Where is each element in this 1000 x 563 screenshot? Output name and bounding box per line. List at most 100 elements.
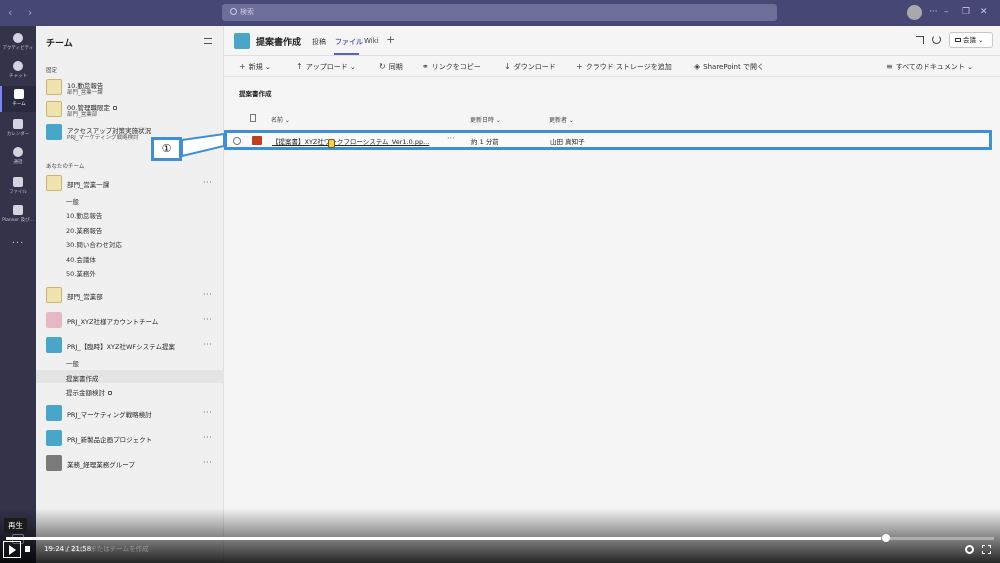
add-tab-icon[interactable]: + (386, 33, 395, 46)
team-avatar (46, 79, 62, 95)
your-teams-label: あなたのチーム (46, 164, 85, 170)
minimize-icon[interactable]: – (944, 7, 949, 17)
channel-item[interactable]: 40.会議体 (66, 254, 96, 264)
video-scrubber-handle[interactable] (882, 534, 890, 542)
pinned-channel[interactable]: 10.勤怠報告 部門_営業一課 (46, 77, 222, 99)
search-bar[interactable]: 検索 (222, 4, 777, 21)
channel-item[interactable]: 50.業務外 (66, 268, 96, 278)
callout-number: ① (151, 137, 182, 161)
download-icon: ↓ (504, 62, 511, 71)
files-toolbar: + 新規 ⌄ ↑ アップロード ⌄ ↻ 同期 ⚭ リンクをコピー ↓ ダウンロード + クラ… (224, 57, 1000, 77)
pinned-channel[interactable]: 00.管理職限定 部門_営業部 (46, 99, 222, 121)
tab-files[interactable]: ファイル (335, 37, 363, 47)
channel-item[interactable]: 一般 (66, 196, 79, 206)
more-options-icon[interactable]: ··· (203, 408, 212, 417)
sync-label: 同期 (388, 63, 403, 71)
team-item[interactable]: PRJ_新製品企画プロジェクト ··· (46, 428, 222, 450)
channel-item[interactable]: 20.業務報告 (66, 225, 102, 235)
search-placeholder: 検索 (240, 8, 254, 16)
title-bar: ‹ › 検索 ··· – ❐ ✕ (0, 0, 1000, 26)
team-avatar (46, 337, 62, 353)
rail-calendar[interactable]: カレンダー (0, 116, 36, 142)
calendar-icon (13, 119, 23, 129)
copy-link-button[interactable]: ⚭ リンクをコピー (422, 62, 481, 72)
video-progress-bar[interactable] (6, 534, 994, 542)
pinned-channel[interactable]: アクセスアップ対策実施状況 PRJ_マーケティング戦略検討 (46, 122, 222, 144)
sync-button[interactable]: ↻ 同期 (379, 62, 403, 72)
back-forward-icon[interactable]: ‹ › (8, 6, 38, 19)
more-options-icon[interactable]: ··· (203, 315, 212, 324)
column-name[interactable]: 名前 ⌄ (271, 115, 290, 124)
column-modified[interactable]: 更新日時 ⌄ (470, 115, 501, 124)
play-button[interactable] (3, 541, 21, 558)
more-options-icon[interactable]: ··· (203, 458, 212, 467)
row-select-radio[interactable] (233, 137, 241, 145)
team-item[interactable]: PRJ_XYZ社様アカウントチーム ··· (46, 310, 222, 332)
planner-icon (13, 205, 23, 215)
rail-chat[interactable]: チャット (0, 58, 36, 84)
pinned-label: 固定 (46, 68, 58, 74)
maximize-icon[interactable]: ❐ (962, 7, 970, 17)
expand-icon[interactable] (916, 36, 924, 44)
volume-icon[interactable] (25, 546, 30, 552)
team-avatar (46, 312, 62, 328)
user-avatar[interactable] (907, 5, 922, 20)
team-name: PRJ_XYZ社様アカウントチーム (67, 318, 159, 326)
rail-calls[interactable]: 通話 (0, 144, 36, 170)
lock-icon (112, 106, 117, 110)
more-options-icon[interactable]: ··· (929, 7, 938, 17)
file-name-link[interactable]: 【提案書】XYZ社ワークフローシステム_Ver1.0.pp... (272, 136, 429, 146)
sharepoint-icon: ◈ (694, 62, 701, 71)
channel-label: 提示金額検討 (66, 389, 105, 397)
more-apps-icon[interactable]: ··· (0, 238, 36, 249)
new-button[interactable]: + 新規 ⌄ (239, 62, 271, 72)
column-modified-by[interactable]: 更新者 ⌄ (549, 115, 574, 124)
more-options-icon[interactable]: ··· (203, 178, 212, 187)
team-avatar (46, 430, 62, 446)
channel-item[interactable]: 30.問い合わせ対応 (66, 239, 122, 249)
channel-item[interactable]: 一般 (66, 358, 79, 368)
settings-gear-icon[interactable] (965, 545, 974, 554)
more-options-icon[interactable]: ··· (203, 290, 212, 299)
team-item[interactable]: 業務_経理業務グループ ··· (46, 453, 222, 475)
channel-title: 提案書作成 (256, 38, 302, 48)
team-item[interactable]: PRJ_マーケティング戦略検討 ··· (46, 403, 222, 425)
channel-item[interactable]: 10.勤怠報告 (66, 210, 102, 220)
hand-cursor-icon (328, 139, 335, 148)
channel-item[interactable]: 提示金額検討 (66, 387, 112, 397)
column-modified-label: 更新日時 (470, 117, 495, 124)
more-options-icon[interactable]: ··· (447, 134, 455, 143)
upload-icon: ↑ (296, 62, 303, 71)
meet-button[interactable]: 会議 ⌄ (949, 32, 993, 48)
open-sharepoint-button[interactable]: ◈ SharePoint で開く (694, 62, 764, 72)
rail-teams[interactable]: チーム (0, 86, 36, 112)
add-storage-button[interactable]: + クラウド ストレージを追加 (576, 62, 672, 72)
rail-activity[interactable]: アクティビティ (0, 30, 36, 56)
refresh-icon[interactable] (932, 35, 941, 44)
channel-item-selected[interactable]: 提案書作成 (66, 373, 99, 383)
team-avatar (46, 101, 62, 117)
file-row[interactable]: 【提案書】XYZ社ワークフローシステム_Ver1.0.pp... ··· 約 1… (224, 130, 992, 150)
teams-icon (14, 89, 24, 99)
bell-icon (13, 33, 23, 43)
rail-planner[interactable]: Planner 及び... (0, 202, 36, 228)
tab-wiki[interactable]: Wiki (364, 37, 379, 45)
team-name: 部門_営業一課 (67, 90, 103, 96)
library-title: 提案書作成 (239, 90, 272, 98)
filter-icon[interactable] (204, 38, 212, 44)
tab-posts[interactable]: 投稿 (312, 37, 326, 47)
more-options-icon[interactable]: ··· (203, 340, 212, 349)
upload-button[interactable]: ↑ アップロード ⌄ (296, 62, 356, 72)
team-name: PRJ_マーケティング戦略検討 (67, 411, 152, 419)
pptx-icon (252, 136, 262, 145)
fullscreen-icon[interactable] (982, 545, 991, 554)
team-item[interactable]: 部門_営業一課 ··· (46, 173, 222, 195)
more-options-icon[interactable]: ··· (203, 433, 212, 442)
panel-title: チーム (46, 39, 73, 49)
team-item[interactable]: 部門_営業部 ··· (46, 285, 222, 307)
close-icon[interactable]: ✕ (980, 7, 988, 17)
team-item[interactable]: PRJ_【臨時】XYZ社WFシステム提案 ··· (46, 335, 222, 357)
download-button[interactable]: ↓ ダウンロード (504, 62, 556, 72)
view-selector[interactable]: ≡ すべてのドキュメント ⌄ (886, 62, 973, 72)
rail-files[interactable]: ファイル (0, 174, 36, 200)
